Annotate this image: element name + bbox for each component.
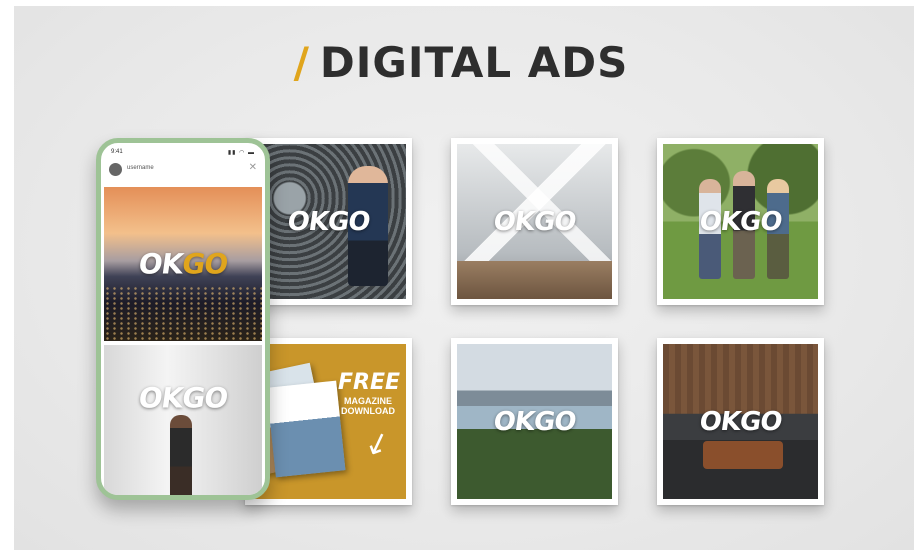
arrow-icon: ↙ — [359, 423, 395, 464]
close-icon[interactable]: ✕ — [249, 162, 257, 173]
atrium-floor — [457, 261, 612, 299]
post-header: username ✕ — [109, 161, 257, 179]
okgo-logo: OKGO — [104, 248, 262, 281]
ad-tile-lake[interactable]: OKGO — [451, 338, 618, 505]
logo-ok: OK — [136, 247, 185, 281]
okgo-logo: OKGO — [697, 206, 784, 237]
avatar[interactable] — [109, 163, 122, 176]
ad-image-engine: OKGO — [251, 144, 406, 299]
ad-image-atrium: OKGO — [457, 144, 612, 299]
logo-go: GO — [180, 247, 230, 281]
sofa — [703, 441, 783, 469]
title-slash: / — [293, 38, 310, 87]
phone-ad-office[interactable]: OKGO — [104, 345, 262, 495]
title-text: DIGITAL ADS — [319, 38, 629, 87]
okgo-logo: OKGO — [136, 381, 230, 415]
okgo-logo: OKGO — [491, 206, 578, 237]
ad-tile-atrium[interactable]: OKGO — [451, 138, 618, 305]
ad-image-magazine: FREE MAGAZINE DOWNLOAD ↙ — [251, 344, 406, 499]
free-headline: FREE — [337, 370, 400, 395]
page-title: / DIGITAL ADS — [0, 38, 922, 87]
okgo-logo: OKGO — [491, 406, 578, 437]
status-icons: ▮▮ ◠ ▬ — [227, 150, 255, 156]
okgo-logo: OKGO — [285, 206, 372, 237]
username-label[interactable]: username — [127, 165, 154, 171]
magazine-download-text: MAGAZINE DOWNLOAD — [341, 396, 395, 416]
ad-tile-lounge[interactable]: OKGO — [657, 338, 824, 505]
status-time: 9:41 — [111, 149, 123, 155]
ad-tile-farm[interactable]: OKGO — [657, 138, 824, 305]
woman-figure — [170, 415, 192, 495]
magazine-cover — [266, 380, 346, 478]
ad-image-lake: OKGO — [457, 344, 612, 499]
ad-tile-engine[interactable]: OKGO — [245, 138, 412, 305]
phone-mockup: 9:41 ▮▮ ◠ ▬ username ✕ OKGO OKGO — [96, 138, 270, 500]
status-bar: 9:41 ▮▮ ◠ ▬ — [111, 149, 255, 159]
ad-image-farm: OKGO — [663, 144, 818, 299]
okgo-logo: OKGO — [697, 406, 784, 437]
ad-tile-magazine[interactable]: FREE MAGAZINE DOWNLOAD ↙ — [245, 338, 412, 505]
phone-ad-city[interactable]: OKGO — [104, 187, 262, 341]
ad-image-lounge: OKGO — [663, 344, 818, 499]
city-lights — [104, 286, 262, 341]
